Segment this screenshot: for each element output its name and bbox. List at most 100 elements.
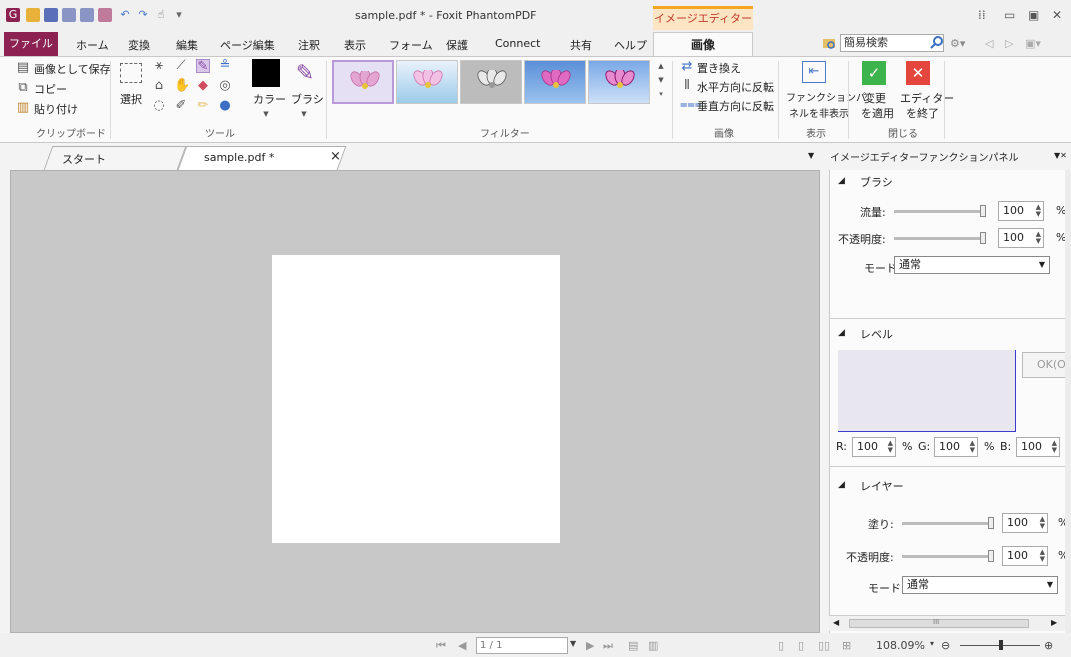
brush-dropdown-icon[interactable]: ▼: [297, 107, 311, 121]
fill-slider-thumb[interactable]: [988, 517, 994, 529]
next-view-icon[interactable]: ▥: [648, 639, 658, 652]
panel-options-icon[interactable]: ▼✕: [1054, 151, 1067, 160]
settings-icon[interactable]: ⚙▾: [950, 37, 965, 50]
search-input[interactable]: 簡易検索: [840, 34, 944, 52]
nav-forward-icon[interactable]: ▷: [1005, 37, 1013, 50]
zoom-in-icon[interactable]: ⊕: [1044, 639, 1053, 652]
levels-ok-button[interactable]: OK(O: [1022, 352, 1066, 378]
continuous-icon[interactable]: ▯: [798, 639, 804, 652]
copy-button[interactable]: コピー: [34, 81, 67, 97]
magic-wand-icon[interactable]: ⚹: [152, 59, 166, 73]
lasso-poly-icon[interactable]: ⌂: [152, 79, 166, 93]
ribbon-options-icon[interactable]: ⁞⁞: [978, 8, 986, 22]
exit-button-line2[interactable]: を終了: [906, 105, 939, 121]
menu-annotate[interactable]: 注釈: [298, 37, 320, 53]
zoom-dropdown-icon[interactable]: ▾: [930, 639, 934, 648]
gradient-icon[interactable]: ◎: [218, 79, 232, 93]
levels-histogram[interactable]: [838, 350, 1016, 432]
opacity-slider-thumb[interactable]: [980, 232, 986, 244]
redo-icon[interactable]: ↷: [136, 8, 150, 22]
close-window-icon[interactable]: ✕: [1052, 8, 1062, 22]
highlighter-icon[interactable]: ✏: [196, 99, 210, 113]
lasso-icon[interactable]: ◌: [152, 99, 166, 113]
fill-slider[interactable]: [902, 522, 992, 525]
flow-input[interactable]: 100 ▲ ▼: [998, 201, 1044, 221]
panel-horizontal-scrollbar[interactable]: ◀ III ▶: [829, 615, 1065, 631]
layer-collapse-icon[interactable]: ◢: [838, 480, 845, 490]
replace-button[interactable]: 置き換え: [697, 60, 741, 76]
zoom-level[interactable]: 108.09%: [876, 639, 925, 652]
apply-check-icon[interactable]: ✓: [862, 61, 886, 85]
filter-more-icon[interactable]: ▾: [654, 87, 668, 101]
eraser-icon[interactable]: ◆: [196, 79, 210, 93]
single-page-icon[interactable]: ▯: [778, 639, 784, 652]
apply-button-line2[interactable]: を適用: [861, 105, 894, 121]
hide-panel-button-line2[interactable]: ネルを非表示: [789, 105, 849, 120]
brush-button[interactable]: ブラシ: [291, 91, 324, 107]
hand-tool-icon[interactable]: ☝: [154, 8, 168, 22]
save-icon[interactable]: [44, 8, 58, 22]
eyedropper-icon[interactable]: ⟋: [174, 59, 188, 73]
layer-mode-select[interactable]: 通常 ▼: [902, 576, 1058, 594]
page-dropdown-icon[interactable]: ▼: [570, 639, 576, 648]
user-icon[interactable]: ▣▾: [1025, 37, 1041, 50]
spin-icon[interactable]: ▲ ▼: [970, 440, 975, 454]
pencil-icon[interactable]: ✐: [174, 99, 188, 113]
tab-close-icon[interactable]: ×: [330, 149, 341, 164]
layer-opacity-slider[interactable]: [902, 555, 992, 558]
next-page-icon[interactable]: ▶: [586, 639, 594, 652]
opacity-slider[interactable]: [894, 237, 986, 240]
filter-grayscale[interactable]: [460, 60, 522, 104]
print-icon[interactable]: [62, 8, 76, 22]
filter-scroll-up-icon[interactable]: ▲: [654, 59, 668, 73]
exit-button-line1[interactable]: エディター: [900, 90, 954, 106]
facing-icon[interactable]: ▯▯: [818, 639, 830, 652]
stamp-icon[interactable]: ≗: [218, 59, 232, 73]
zoom-tool-icon[interactable]: ●: [218, 99, 232, 113]
menu-edit[interactable]: 編集: [176, 37, 198, 53]
menu-file[interactable]: ファイル: [4, 32, 58, 56]
panel-menu-icon[interactable]: ▼: [808, 151, 814, 160]
opacity-input[interactable]: 100 ▲ ▼: [998, 228, 1044, 248]
page-number-input[interactable]: 1 / 1: [476, 637, 568, 654]
tab-image[interactable]: 画像: [653, 32, 753, 57]
hide-panel-button-line1[interactable]: ファンクションパ: [786, 89, 866, 104]
flip-vertical-button[interactable]: 垂直方向に反転: [697, 98, 774, 114]
filter-original[interactable]: [332, 60, 394, 104]
brush-tool-icon[interactable]: ✎: [196, 59, 210, 74]
save-as-image-button[interactable]: 画像として保存: [34, 61, 111, 77]
filter-saturate[interactable]: [524, 60, 586, 104]
hand-icon[interactable]: ✋: [174, 79, 190, 93]
first-page-icon[interactable]: ⏮: [436, 639, 446, 653]
flip-horizontal-button[interactable]: 水平方向に反転: [697, 79, 774, 95]
color-button[interactable]: カラー: [253, 91, 286, 107]
zoom-slider-thumb[interactable]: [999, 640, 1003, 650]
spin-icon[interactable]: ▲ ▼: [888, 440, 893, 454]
r-input[interactable]: 100 ▲ ▼: [852, 437, 896, 457]
select-button[interactable]: 選択: [120, 91, 142, 107]
zoom-out-icon[interactable]: ⊖: [941, 639, 950, 652]
menu-home[interactable]: ホーム: [76, 37, 109, 53]
filter-scroll-down-icon[interactable]: ▼: [654, 73, 668, 87]
last-page-icon[interactable]: ⏭: [603, 639, 613, 653]
filter-contrast[interactable]: [588, 60, 650, 104]
menu-protect[interactable]: 保護: [446, 37, 468, 53]
nav-back-icon[interactable]: ◁: [985, 37, 993, 50]
open-icon[interactable]: [26, 8, 40, 22]
search-icon[interactable]: [930, 35, 944, 49]
brush-large-icon[interactable]: ✎: [292, 61, 318, 87]
marquee-select-icon[interactable]: [120, 63, 142, 83]
apply-button-line1[interactable]: 変更: [864, 90, 886, 106]
menu-form[interactable]: フォーム: [389, 37, 433, 53]
spin-icon[interactable]: ▲ ▼: [1036, 231, 1041, 245]
layer-opacity-input[interactable]: 100 ▲ ▼: [1002, 546, 1048, 566]
panel-vertical-scrollbar[interactable]: [1065, 170, 1071, 633]
spin-icon[interactable]: ▲ ▼: [1040, 516, 1045, 530]
fill-input[interactable]: 100 ▲ ▼: [1002, 513, 1048, 533]
brush-mode-select[interactable]: 通常 ▼: [894, 256, 1050, 274]
undo-icon[interactable]: ↶: [118, 8, 132, 22]
menu-connect[interactable]: Connect: [495, 37, 540, 50]
pdf-page[interactable]: [272, 255, 560, 543]
maximize-icon[interactable]: ▣: [1028, 8, 1039, 22]
menu-help[interactable]: ヘルプ: [614, 37, 647, 53]
